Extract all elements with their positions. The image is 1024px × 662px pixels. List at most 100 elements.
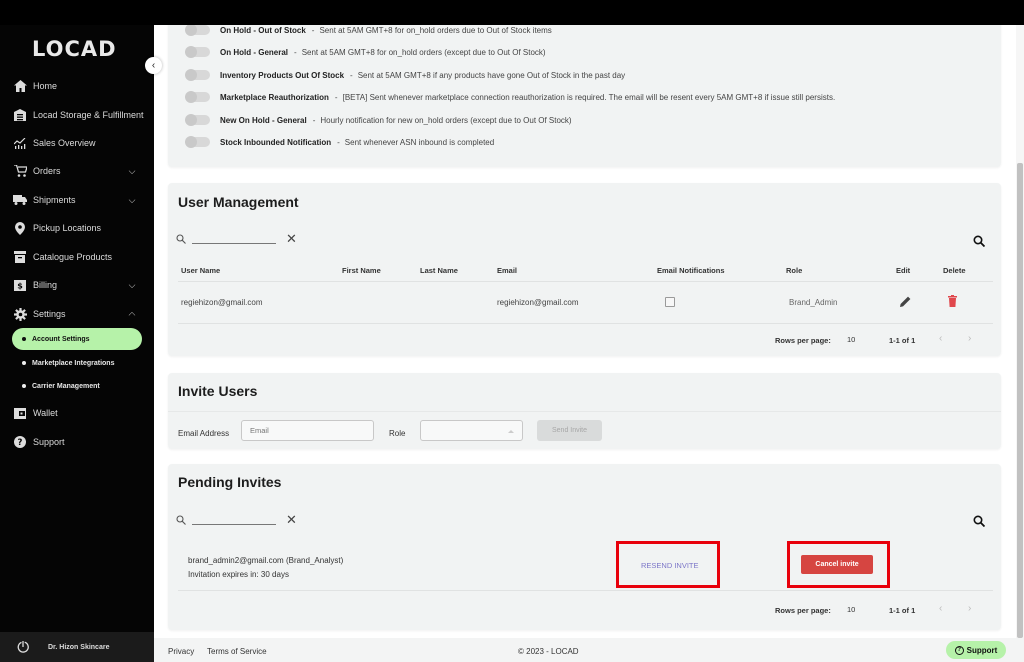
notification-row: New On Hold - General - Hourly notificatio… xyxy=(185,114,572,126)
wallet-icon xyxy=(13,406,27,420)
support-button[interactable]: ? Support xyxy=(946,641,1006,659)
svg-text:?: ? xyxy=(18,438,23,448)
pending-invites-card: Pending Invites ✕ brand_admin2@gmail.com… xyxy=(168,464,1001,630)
gear-icon xyxy=(13,307,27,321)
search-icon xyxy=(176,515,186,525)
sidebar-item-sales-overview[interactable]: Sales Overview xyxy=(0,136,154,150)
terms-of-service-link[interactable]: Terms of Service xyxy=(207,647,267,656)
notification-toggle[interactable] xyxy=(185,46,210,58)
sidebar-item-support[interactable]: ? Support xyxy=(0,435,154,449)
prev-page-icon[interactable]: ‹ xyxy=(939,603,942,614)
rows-per-page-select[interactable]: 10 xyxy=(847,605,855,614)
invite-users-title: Invite Users xyxy=(178,383,258,399)
locad-logo: LOCAD xyxy=(32,37,117,61)
power-icon[interactable] xyxy=(16,640,30,654)
divider xyxy=(178,323,993,324)
sidebar-item-catalogue-products[interactable]: Catalogue Products xyxy=(0,250,154,264)
email-notifications-checkbox[interactable] xyxy=(665,297,675,307)
email-address-label: Email Address xyxy=(178,429,230,438)
column-header-delete: Delete xyxy=(943,266,966,275)
search-icon[interactable] xyxy=(973,515,985,527)
cart-icon xyxy=(13,164,27,178)
column-header-first-name[interactable]: First Name xyxy=(342,266,381,275)
pagination-range: 1-1 of 1 xyxy=(889,336,916,345)
notification-toggle[interactable] xyxy=(185,25,210,36)
invite-users-card: Invite Users Email Address Role Send Inv… xyxy=(168,373,1001,449)
home-icon xyxy=(13,79,27,93)
rows-per-page-label: Rows per page: xyxy=(775,606,831,615)
column-header-email[interactable]: Email xyxy=(497,266,517,275)
column-header-email-notifications[interactable]: Email Notifications xyxy=(657,266,725,275)
warehouse-icon xyxy=(13,108,27,122)
svg-text:$: $ xyxy=(17,281,23,290)
prev-page-icon[interactable]: ‹ xyxy=(939,333,942,344)
column-header-user-name[interactable]: User Name xyxy=(181,266,220,275)
privacy-link[interactable]: Privacy xyxy=(168,647,194,656)
role-label: Role xyxy=(389,429,406,438)
notification-row: Marketplace Reauthorization - [BETA] Sent … xyxy=(185,91,835,103)
delete-trash-icon[interactable] xyxy=(948,295,957,307)
collapse-sidebar-button[interactable]: ‹ xyxy=(145,57,162,74)
column-header-last-name[interactable]: Last Name xyxy=(420,266,458,275)
sidebar-subitem-carrier-management[interactable]: Carrier Management xyxy=(12,375,142,397)
invite-expiry: Invitation expires in: 30 days xyxy=(188,570,289,579)
pending-invites-title: Pending Invites xyxy=(178,474,282,490)
sidebar-subitem-marketplace-integrations[interactable]: Marketplace Integrations xyxy=(12,352,142,374)
chevron-down-icon[interactable]: ⌵ xyxy=(126,280,138,291)
sidebar-item-billing[interactable]: $ Billing ⌵ xyxy=(0,278,154,292)
chevron-up-icon[interactable]: ⌵ xyxy=(126,309,138,320)
sidebar-item-storage[interactable]: Locad Storage & Fulfillment xyxy=(0,102,154,128)
next-page-icon[interactable]: › xyxy=(968,333,971,344)
top-bar xyxy=(0,0,1024,25)
notification-toggle[interactable] xyxy=(185,69,210,81)
sidebar-item-settings[interactable]: Settings ⌵ xyxy=(0,307,154,321)
sidebar-item-home[interactable]: Home xyxy=(0,79,154,93)
rows-per-page-label: Rows per page: xyxy=(775,336,831,345)
notification-row: Stock Inbounded Notification - Sent whenev… xyxy=(185,136,494,148)
resend-invite-button[interactable]: RESEND INVITE xyxy=(641,561,699,570)
clear-search-icon[interactable]: ✕ xyxy=(286,513,297,526)
user-search: ✕ xyxy=(176,232,297,245)
notification-toggle[interactable] xyxy=(185,136,210,148)
sidebar-subitem-account-settings[interactable]: Account Settings xyxy=(12,328,142,350)
organization-name: Dr. Hizon Skincare xyxy=(48,643,110,651)
truck-icon xyxy=(13,193,27,207)
divider xyxy=(168,411,1001,412)
help-icon: ? xyxy=(954,645,964,655)
column-header-role[interactable]: Role xyxy=(786,266,802,275)
column-header-edit: Edit xyxy=(896,266,911,275)
search-icon[interactable] xyxy=(973,235,985,247)
sidebar-footer: Dr. Hizon Skincare xyxy=(0,632,154,662)
search-input[interactable] xyxy=(192,234,276,244)
scrollbar-thumb[interactable] xyxy=(1017,163,1023,638)
sidebar-item-wallet[interactable]: Wallet xyxy=(0,406,154,420)
sidebar-item-orders[interactable]: Orders ⌵ xyxy=(0,164,154,178)
chevron-down-icon[interactable]: ⌵ xyxy=(126,166,138,177)
next-page-icon[interactable]: › xyxy=(968,603,971,614)
role-select[interactable] xyxy=(420,420,523,441)
sidebar-item-shipments[interactable]: Shipments ⌵ xyxy=(0,193,154,207)
page-footer: Privacy Terms of Service © 2023 - LOCAD … xyxy=(154,638,1024,662)
rows-per-page-select[interactable]: 10 xyxy=(847,335,855,344)
chart-icon xyxy=(13,136,27,150)
notification-toggle[interactable] xyxy=(185,91,210,103)
notification-toggle[interactable] xyxy=(185,114,210,126)
notification-row: On Hold - General - Sent at 5AM GMT+8 for … xyxy=(185,46,546,58)
cell-user-name: regiehizon@gmail.com xyxy=(181,298,263,307)
chevron-down-icon[interactable]: ⌵ xyxy=(126,195,138,206)
send-invite-button[interactable]: Send Invite xyxy=(537,420,602,441)
divider xyxy=(178,281,993,282)
cancel-invite-button[interactable]: Cancel invite xyxy=(801,555,873,574)
help-icon: ? xyxy=(13,435,27,449)
billing-icon: $ xyxy=(13,278,27,292)
bullet-icon xyxy=(22,337,26,341)
notification-row: Inventory Products Out Of Stock - Sent at … xyxy=(185,69,625,81)
chevron-left-icon: ‹ xyxy=(151,60,156,71)
edit-pencil-icon[interactable] xyxy=(900,296,911,307)
email-input[interactable] xyxy=(241,420,374,441)
search-icon xyxy=(176,234,186,244)
sidebar-item-pickup-locations[interactable]: Pickup Locations xyxy=(0,221,154,235)
vertical-scrollbar[interactable] xyxy=(1016,25,1024,638)
clear-search-icon[interactable]: ✕ xyxy=(286,232,297,245)
search-input[interactable] xyxy=(192,515,276,525)
